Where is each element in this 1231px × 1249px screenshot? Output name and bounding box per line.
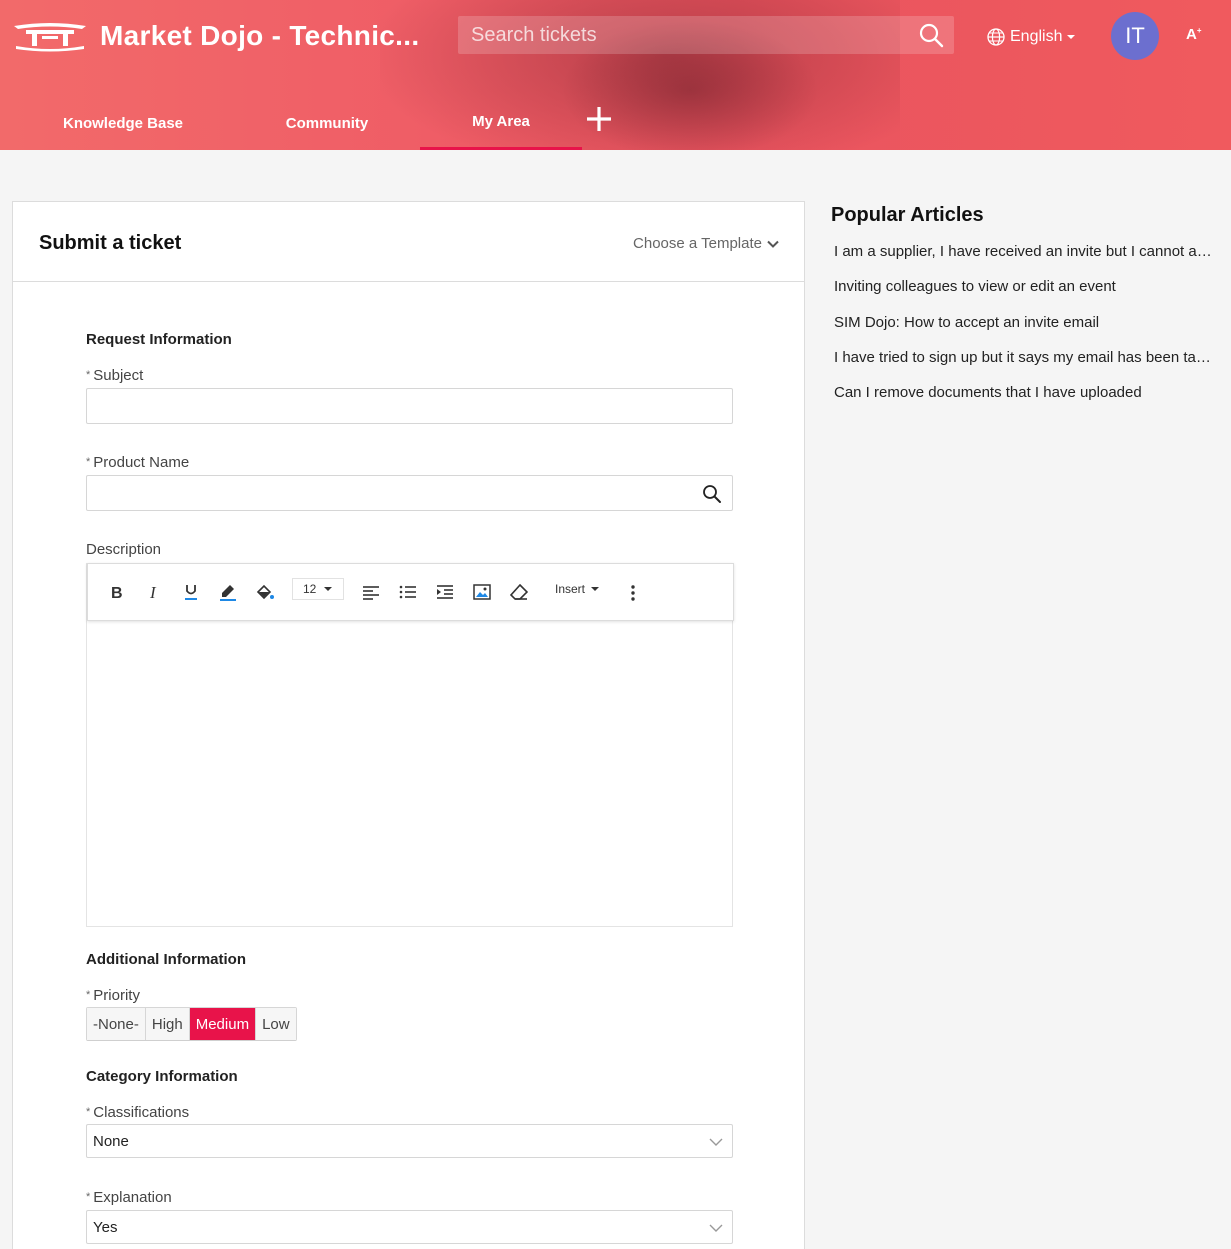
popular-articles-list: I am a supplier, I have received an invi… [834, 242, 1214, 418]
subject-label-text: Subject [93, 367, 144, 384]
bullet-list-icon[interactable] [396, 580, 420, 604]
description-editor: B I 12 Insert [86, 563, 734, 927]
product-name-label: * Product Name [86, 454, 189, 471]
font-size-button[interactable]: A+ [1186, 26, 1202, 43]
description-label: Description [86, 541, 162, 558]
product-search-icon[interactable] [702, 484, 722, 504]
caret-down-icon [1067, 35, 1076, 39]
explanation-select[interactable]: Yes [86, 1210, 733, 1244]
eraser-icon[interactable] [507, 580, 531, 604]
subject-label: * Subject [86, 367, 143, 384]
classifications-label-text: Classifications [93, 1104, 190, 1121]
font-size-label: A [1186, 26, 1197, 43]
additional-information-heading: Additional Information [86, 951, 246, 968]
classifications-label: * Classifications [86, 1104, 189, 1121]
chevron-down-icon [709, 1138, 723, 1146]
font-size-value: 12 [303, 582, 317, 596]
svg-text:I: I [149, 584, 157, 600]
main-navigation: Knowledge Base Community My Area [0, 96, 700, 150]
language-label: English [1010, 28, 1063, 45]
search-input[interactable] [458, 16, 898, 54]
priority-button-group: -None- High Medium Low [86, 1007, 297, 1041]
submit-ticket-card: Submit a ticket Choose a Template Reques… [12, 201, 805, 1249]
caret-down-icon [324, 587, 333, 591]
template-label: Choose a Template [633, 235, 762, 252]
italic-icon[interactable]: I [142, 580, 166, 604]
required-asterisk: * [86, 1191, 91, 1203]
classifications-value: None [93, 1132, 129, 1150]
page-title: Submit a ticket [39, 232, 182, 254]
market-dojo-logo-icon[interactable] [12, 18, 88, 52]
underline-icon[interactable] [179, 580, 203, 604]
product-name-input[interactable] [86, 475, 733, 511]
category-information-heading: Category Information [86, 1068, 238, 1085]
product-name-label-text: Product Name [93, 454, 190, 471]
article-link[interactable]: I have tried to sign up but it says my e… [834, 348, 1214, 383]
svg-text:B: B [111, 585, 123, 600]
insert-label: Insert [555, 582, 586, 596]
caret-down-icon [591, 587, 600, 591]
font-size-dropdown[interactable]: 12 [292, 578, 344, 600]
classifications-select[interactable]: None [86, 1124, 733, 1158]
required-asterisk: * [86, 989, 91, 1001]
align-left-icon[interactable] [359, 580, 383, 604]
user-avatar[interactable]: IT [1111, 12, 1159, 60]
article-link[interactable]: I am a supplier, I have received an invi… [834, 242, 1214, 277]
tab-my-area[interactable]: My Area [420, 96, 582, 150]
explanation-label: * Explanation [86, 1189, 172, 1206]
globe-icon [987, 28, 1005, 46]
search-icon[interactable] [918, 22, 944, 48]
bold-icon[interactable]: B [105, 580, 129, 604]
description-text-area[interactable] [87, 621, 732, 926]
chevron-down-icon [767, 240, 779, 248]
required-asterisk: * [86, 456, 91, 468]
background-color-icon[interactable] [253, 580, 277, 604]
article-link[interactable]: SIM Dojo: How to accept an invite email [834, 313, 1214, 348]
insert-dropdown[interactable]: Insert [555, 582, 600, 596]
insert-image-icon[interactable] [470, 580, 494, 604]
chevron-down-icon [709, 1224, 723, 1232]
tab-knowledge-base[interactable]: Knowledge Base [44, 96, 202, 150]
priority-label: * Priority [86, 987, 140, 1004]
explanation-value: Yes [93, 1218, 118, 1236]
indent-icon[interactable] [433, 580, 457, 604]
search-bar[interactable] [458, 16, 954, 54]
explanation-label-text: Explanation [93, 1189, 172, 1206]
required-asterisk: * [86, 369, 91, 381]
portal-title[interactable]: Market Dojo - Technic... [100, 20, 419, 52]
card-header: Submit a ticket Choose a Template [13, 202, 804, 282]
language-selector[interactable]: English [986, 26, 1076, 48]
priority-low-button[interactable]: Low [256, 1008, 296, 1040]
template-dropdown[interactable]: Choose a Template [633, 235, 780, 252]
tab-community[interactable]: Community [256, 96, 398, 150]
article-link[interactable]: Can I remove documents that I have uploa… [834, 383, 1214, 418]
text-color-icon[interactable] [216, 580, 240, 604]
editor-toolbar: B I 12 Insert [87, 563, 734, 621]
request-information-heading: Request Information [86, 331, 232, 348]
priority-medium-button[interactable]: Medium [189, 1008, 257, 1040]
more-options-icon[interactable] [621, 581, 645, 605]
required-asterisk: * [86, 1106, 91, 1118]
article-link[interactable]: Inviting colleagues to view or edit an e… [834, 277, 1214, 312]
popular-articles-heading: Popular Articles [831, 204, 984, 226]
subject-input[interactable] [86, 388, 733, 424]
top-header: Market Dojo - Technic... English IT A+ K… [0, 0, 1231, 150]
priority-label-text: Priority [93, 987, 140, 1004]
priority-none-button[interactable]: -None- [87, 1008, 146, 1040]
plus-icon[interactable] [584, 104, 614, 134]
priority-high-button[interactable]: High [145, 1008, 190, 1040]
